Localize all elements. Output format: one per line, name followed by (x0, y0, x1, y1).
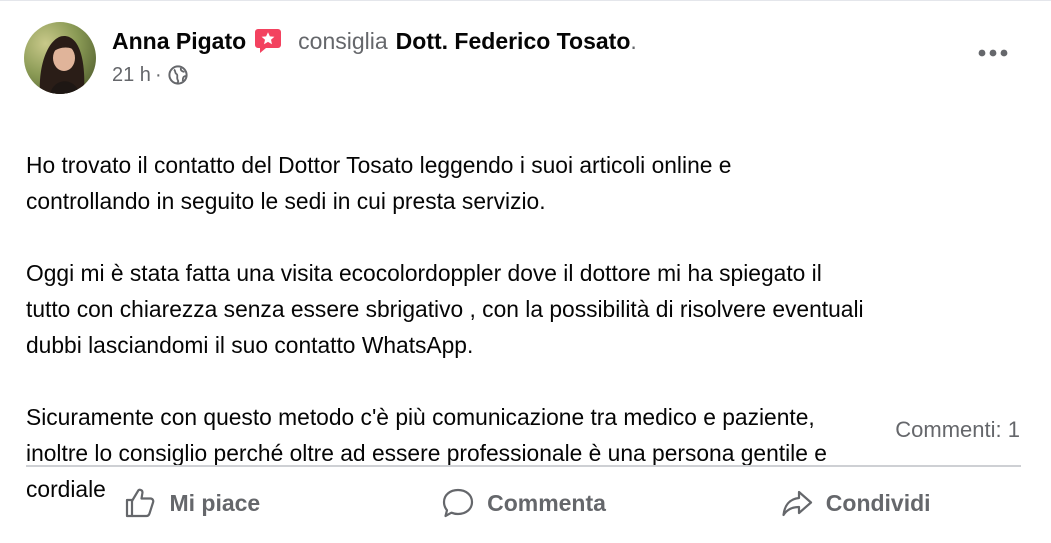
share-label: Condividi (825, 489, 931, 516)
actions-divider (26, 465, 1021, 467)
globe-icon[interactable] (168, 65, 188, 85)
avatar[interactable] (24, 22, 96, 94)
recommend-verb: consiglia (298, 28, 388, 54)
post-paragraph: Oggi mi è stata fatta una visita ecocolo… (26, 260, 864, 358)
header-period: . (630, 28, 637, 54)
more-options-icon[interactable] (975, 38, 1011, 68)
thumbs-up-icon (123, 486, 157, 520)
share-button[interactable]: Condividi (689, 470, 1021, 536)
recommendation-post: Anna Pigato consiglia Dott. Federico Tos… (0, 0, 1051, 536)
share-arrow-icon (780, 486, 814, 520)
comment-button[interactable]: Commenta (358, 470, 690, 536)
recommended-page-link[interactable]: Dott. Federico Tosato (396, 26, 631, 56)
post-actions-bar: Mi piace Commenta Condividi (26, 470, 1021, 536)
comment-label: Commenta (487, 489, 606, 516)
recommend-star-icon (254, 28, 282, 54)
comments-count-link[interactable]: Commenti: 1 (895, 415, 1020, 445)
author-name[interactable]: Anna Pigato (112, 26, 246, 56)
like-label: Mi piace (169, 489, 261, 516)
post-header: Anna Pigato consiglia Dott. Federico Tos… (112, 26, 637, 56)
comment-bubble-icon (441, 486, 475, 520)
post-paragraph: Ho trovato il contatto del Dottor Tosato… (26, 152, 732, 214)
post-timestamp[interactable]: 21 h (112, 62, 151, 88)
like-button[interactable]: Mi piace (26, 470, 358, 536)
top-border (0, 0, 1051, 1)
post-meta: 21 h · (112, 62, 188, 88)
meta-separator: · (154, 64, 162, 86)
